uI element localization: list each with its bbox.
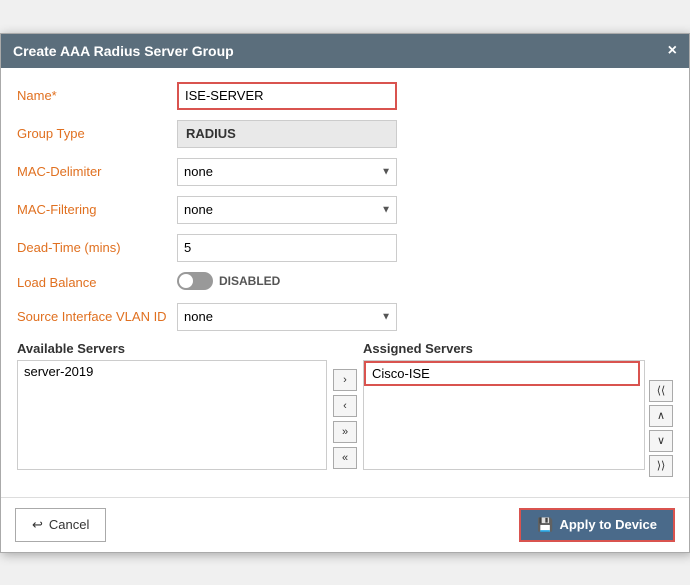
mac-delimiter-select-wrap: none ▼ [177,158,397,186]
load-balance-label: Load Balance [17,275,177,290]
available-servers-container: server-2019 [17,360,327,470]
mac-filtering-label: MAC-Filtering [17,202,177,217]
group-type-value: RADIUS [177,120,397,148]
source-interface-row: Source Interface VLAN ID none ▼ [17,303,673,331]
move-up-button[interactable]: ∧ [649,405,673,427]
dead-time-row: Dead-Time (mins) [17,234,673,262]
move-to-top-button[interactable]: ⟨⟨ [649,380,673,402]
source-interface-select-wrap: none ▼ [177,303,397,331]
mac-delimiter-control-wrap: none ▼ [177,158,673,186]
list-item[interactable]: server-2019 [18,361,326,382]
dialog-footer: ↩ Cancel 💾 Apply to Device [1,497,689,552]
source-interface-control-wrap: none ▼ [177,303,673,331]
name-row: Name* [17,82,673,110]
move-to-bottom-button[interactable]: ⟩⟩ [649,455,673,477]
toggle-track [177,272,213,290]
load-balance-toggle-label: DISABLED [219,274,280,288]
available-servers-column: Available Servers server-2019 [17,341,327,477]
assigned-servers-with-controls: Cisco-ISE ⟨⟨ ∧ ∨ ⟩⟩ [363,360,673,477]
cancel-label: Cancel [49,517,89,532]
mac-delimiter-select[interactable]: none [177,158,397,186]
dialog-title: Create AAA Radius Server Group [13,43,234,59]
move-down-button[interactable]: ∨ [649,430,673,452]
mac-filtering-select-wrap: none ▼ [177,196,397,224]
load-balance-row: Load Balance DISABLED [17,272,673,293]
group-type-row: Group Type RADIUS [17,120,673,148]
dead-time-label: Dead-Time (mins) [17,240,177,255]
name-control-wrap [177,82,673,110]
available-servers-label: Available Servers [17,341,327,356]
assigned-servers-container: Cisco-ISE [363,360,645,477]
dialog-body: Name* Group Type RADIUS MAC-Delimiter no… [1,68,689,487]
order-buttons: ⟨⟨ ∧ ∨ ⟩⟩ [649,360,673,477]
group-type-label: Group Type [17,126,177,141]
dead-time-control-wrap [177,234,673,262]
assigned-servers-listbox[interactable]: Cisco-ISE [363,360,645,470]
source-interface-select[interactable]: none [177,303,397,331]
mac-delimiter-label: MAC-Delimiter [17,164,177,179]
name-label: Name* [17,88,177,103]
assigned-servers-label: Assigned Servers [363,341,673,356]
move-all-right-button[interactable]: » [333,421,357,443]
transfer-buttons: › ‹ » « [327,361,363,477]
assigned-servers-column: Assigned Servers Cisco-ISE ⟨⟨ ∧ ∨ ⟩⟩ [363,341,673,477]
dialog-header: Create AAA Radius Server Group × [1,34,689,68]
list-item[interactable]: Cisco-ISE [364,361,640,386]
cancel-button[interactable]: ↩ Cancel [15,508,106,542]
load-balance-control-wrap: DISABLED [177,272,673,293]
move-all-left-button[interactable]: « [333,447,357,469]
save-icon: 💾 [537,517,553,533]
load-balance-toggle[interactable]: DISABLED [177,272,280,290]
name-input[interactable] [177,82,397,110]
servers-section: Available Servers server-2019 › ‹ » « As… [17,341,673,477]
create-aaa-dialog: Create AAA Radius Server Group × Name* G… [0,33,690,553]
apply-to-device-button[interactable]: 💾 Apply to Device [519,508,675,542]
mac-filtering-row: MAC-Filtering none ▼ [17,196,673,224]
source-interface-label: Source Interface VLAN ID [17,309,177,324]
dead-time-input[interactable] [177,234,397,262]
available-servers-listbox[interactable]: server-2019 [17,360,327,470]
cancel-icon: ↩ [32,517,43,533]
close-button[interactable]: × [668,42,677,60]
move-right-button[interactable]: › [333,369,357,391]
group-type-control-wrap: RADIUS [177,120,673,148]
mac-filtering-control-wrap: none ▼ [177,196,673,224]
apply-label: Apply to Device [559,517,657,532]
move-left-button[interactable]: ‹ [333,395,357,417]
mac-filtering-select[interactable]: none [177,196,397,224]
mac-delimiter-row: MAC-Delimiter none ▼ [17,158,673,186]
toggle-thumb [179,274,193,288]
